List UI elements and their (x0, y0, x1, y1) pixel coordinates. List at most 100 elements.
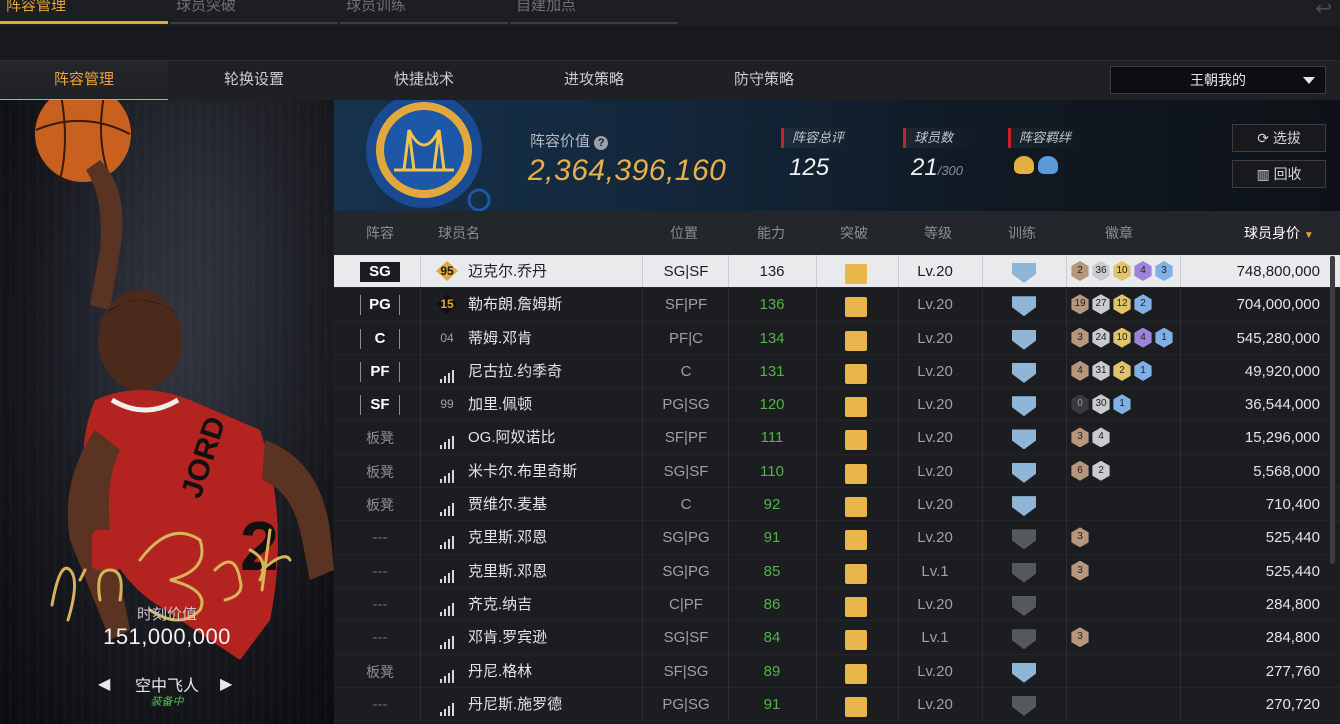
player-name[interactable]: 克里斯.邓恩 (468, 562, 547, 582)
bond-icons[interactable] (1014, 156, 1086, 179)
training-shield-icon[interactable] (1012, 529, 1036, 550)
player-name[interactable]: 丹尼斯.施罗德 (468, 695, 562, 715)
table-row[interactable]: --- 克里斯.邓恩 SG|PG 91 Lv.20 3 525,440 (334, 521, 1340, 555)
lineup-slot-empty[interactable]: --- (360, 628, 400, 648)
training-shield-icon[interactable] (1012, 562, 1036, 583)
player-name[interactable]: 齐克.纳吉 (468, 595, 532, 615)
top-tab-breakthrough[interactable]: 球员突破 (170, 0, 338, 26)
breakthrough-crown-icon[interactable] (845, 397, 867, 418)
training-shield-icon[interactable] (1012, 462, 1036, 483)
player-name[interactable]: OG.阿奴诺比 (468, 428, 556, 448)
training-shield-icon[interactable] (1012, 662, 1036, 683)
lineup-slot-badge[interactable]: C (360, 328, 400, 349)
lineup-slot-badge[interactable]: SG (360, 262, 400, 282)
player-name[interactable]: 尼古拉.约季奇 (468, 362, 562, 382)
badge-list[interactable]: 4 31 2 1 (1070, 360, 1154, 381)
lineup-slot-empty[interactable]: --- (360, 562, 400, 582)
training-shield-icon[interactable] (1012, 595, 1036, 616)
recycle-button[interactable]: ▥ 回收 (1232, 160, 1326, 188)
lineup-slot-badge[interactable]: PF (360, 361, 400, 382)
player-name[interactable]: 米卡尔.布里奇斯 (468, 462, 577, 482)
col-badges[interactable]: 徽章 (1105, 223, 1133, 243)
table-row[interactable]: PF 尼古拉.约季奇 C 131 Lv.20 4 31 2 1 49,920,000 (334, 354, 1340, 389)
col-price[interactable]: 球员身价 ▼ (1244, 223, 1314, 243)
table-row[interactable]: 板凳 丹尼.格林 SF|SG 89 Lv.20 277,760 (334, 654, 1340, 688)
lineup-slot-bench[interactable]: 板凳 (360, 495, 400, 515)
breakthrough-crown-icon[interactable] (845, 596, 867, 617)
training-shield-icon[interactable] (1012, 396, 1036, 417)
lineup-slot-bench[interactable]: 板凳 (360, 462, 400, 482)
player-name[interactable]: 邓肯.罗宾逊 (468, 628, 547, 648)
lineup-slot-empty[interactable]: --- (360, 528, 400, 548)
back-icon[interactable]: ↩ (1315, 0, 1332, 21)
table-row[interactable]: SF 99 加里.佩顿 PG|SG 120 Lv.20 0 30 1 36,544,000 (334, 388, 1340, 422)
breakthrough-crown-icon[interactable] (845, 463, 867, 484)
player-name[interactable]: 加里.佩顿 (468, 395, 532, 415)
breakthrough-crown-icon[interactable] (845, 330, 867, 351)
col-breakthrough[interactable]: 突破 (840, 223, 868, 243)
player-name[interactable]: 蒂姆.邓肯 (468, 329, 532, 349)
col-name[interactable]: 球员名 (438, 223, 480, 243)
badge-list[interactable]: 62 (1070, 460, 1112, 481)
sub-tab-rotation[interactable]: 轮换设置 (170, 61, 338, 101)
col-ability[interactable]: 能力 (757, 223, 785, 243)
training-shield-icon[interactable] (1012, 296, 1036, 317)
badge-list[interactable]: 3 24 10 4 1 (1070, 327, 1175, 348)
lineup-slot-bench[interactable]: 板凳 (360, 662, 400, 682)
training-shield-icon[interactable] (1012, 629, 1036, 650)
lineup-slot-empty[interactable]: --- (360, 695, 400, 715)
breakthrough-crown-icon[interactable] (845, 663, 867, 684)
lineup-slot-badge[interactable]: PG (360, 295, 400, 316)
badge-list[interactable]: 19 27 12 2 (1070, 294, 1154, 315)
breakthrough-crown-icon[interactable] (845, 363, 867, 384)
player-name[interactable]: 迈克尔.乔丹 (468, 262, 547, 282)
training-shield-icon[interactable] (1012, 496, 1036, 517)
player-name[interactable]: 贾维尔.麦基 (468, 495, 547, 515)
training-shield-icon[interactable] (1012, 429, 1036, 450)
select-button[interactable]: ⟳ 选拔 (1232, 124, 1326, 152)
lineup-slot-empty[interactable]: --- (360, 595, 400, 615)
player-name[interactable]: 勒布朗.詹姆斯 (468, 295, 562, 315)
badge-list[interactable]: 2 36 10 4 3 (1070, 261, 1175, 281)
table-row[interactable]: C 04 蒂姆.邓肯 PF|C 134 Lv.20 3 24 10 4 1 545,280,000 (334, 321, 1340, 355)
table-row[interactable]: --- 丹尼斯.施罗德 PG|SG 91 Lv.20 270,720 (334, 687, 1340, 722)
table-row[interactable]: --- 克里斯.邓恩 SG|PG 85 Lv.1 3 525,440 (334, 554, 1340, 588)
col-level[interactable]: 等级 (924, 223, 952, 243)
training-shield-icon[interactable] (1012, 362, 1036, 383)
table-row[interactable]: PG 15 勒布朗.詹姆斯 SF|PF 136 Lv.20 19 27 12 2 704,000,0… (334, 288, 1340, 322)
breakthrough-crown-icon[interactable] (845, 530, 867, 551)
top-tab-custom-points[interactable]: 自建加点 (510, 0, 678, 26)
team-select-dropdown[interactable]: 王朝我的 (1110, 66, 1326, 94)
badge-list[interactable]: 3 (1070, 527, 1091, 548)
top-tab-training[interactable]: 球员训练 (340, 0, 508, 26)
table-row[interactable]: --- 邓肯.罗宾逊 SG|SF 84 Lv.1 3 284,800 (334, 621, 1340, 655)
table-row[interactable]: 板凳 米卡尔.布里奇斯 SG|SF 110 Lv.20 6 2 5,568,000 (334, 454, 1340, 489)
breakthrough-crown-icon[interactable] (845, 563, 867, 584)
table-row[interactable]: SG 95 迈克尔.乔丹 SG|SF 136 Lv.20 2 36 10 4 3 748,800,00… (334, 255, 1340, 289)
help-icon[interactable]: ? (594, 136, 609, 150)
lineup-slot-bench[interactable]: 板凳 (360, 428, 400, 448)
next-card-icon[interactable]: ▶ (220, 674, 232, 694)
badge-list[interactable]: 0 30 1 (1070, 394, 1133, 415)
sub-tab-offense[interactable]: 进攻策略 (510, 61, 678, 101)
badge-list[interactable]: 3 (1070, 627, 1091, 648)
col-position[interactable]: 位置 (670, 223, 698, 243)
breakthrough-crown-icon[interactable] (845, 297, 867, 318)
breakthrough-crown-icon[interactable] (845, 430, 867, 451)
table-row[interactable]: --- 齐克.纳吉 C|PF 86 Lv.20 284,800 (334, 587, 1340, 622)
table-row[interactable]: 板凳 OG.阿奴诺比 SF|PF 111 Lv.20 3 4 15,296,000 (334, 421, 1340, 455)
breakthrough-crown-icon[interactable] (845, 696, 867, 717)
lineup-slot-badge[interactable]: SF (360, 395, 400, 416)
training-shield-icon[interactable] (1012, 695, 1036, 716)
col-training[interactable]: 训练 (1008, 223, 1036, 243)
sub-tab-lineup[interactable]: 阵容管理 (0, 61, 168, 101)
top-tab-lineup[interactable]: 阵容管理 (0, 0, 168, 26)
table-scrollbar[interactable] (1330, 256, 1335, 564)
training-shield-icon[interactable] (1012, 329, 1036, 350)
breakthrough-crown-icon[interactable] (845, 497, 867, 518)
table-row[interactable]: 板凳 贾维尔.麦基 C 92 Lv.20 710,400 (334, 488, 1340, 522)
col-lineup[interactable]: 阵容 (366, 223, 394, 243)
badge-list[interactable]: 3 (1070, 560, 1091, 581)
breakthrough-crown-icon[interactable] (845, 630, 867, 651)
training-shield-icon[interactable] (1012, 263, 1036, 283)
